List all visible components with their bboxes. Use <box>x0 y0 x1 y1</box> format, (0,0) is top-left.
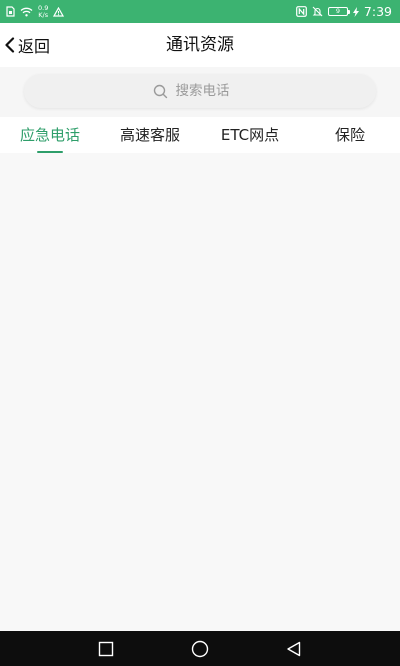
network-speed-unit: K/s <box>38 10 49 19</box>
system-nav-bar <box>0 631 400 666</box>
tab-label: 保险 <box>334 126 365 144</box>
clock: 7:39 <box>363 4 392 19</box>
tab-highway-service[interactable]: 高速客服 <box>100 117 200 153</box>
chevron-left-icon <box>4 37 18 53</box>
mute-bell-icon <box>312 6 323 17</box>
recents-icon[interactable] <box>98 641 114 657</box>
sim-icon <box>6 6 15 17</box>
tab-label: 应急电话 <box>19 126 80 144</box>
search-icon <box>153 84 168 99</box>
back-button[interactable]: 返回 <box>4 23 50 67</box>
charging-icon <box>352 6 359 17</box>
warning-icon <box>53 6 65 17</box>
tab-insurance[interactable]: 保险 <box>300 117 400 153</box>
tab-emergency-phone[interactable]: 应急电话 <box>0 117 100 153</box>
nfc-icon <box>296 6 307 17</box>
nav-bar: 返回 通讯资源 <box>0 23 400 67</box>
search-area <box>0 67 400 117</box>
tab-label: ETC网点 <box>220 126 280 144</box>
content-list-area <box>0 153 400 631</box>
back-label: 返回 <box>18 37 51 56</box>
tab-label: 高速客服 <box>119 126 180 144</box>
home-icon[interactable] <box>191 640 209 658</box>
status-bar: 0.9 K/s 9 7:39 <box>0 0 400 23</box>
wifi-icon <box>20 7 33 17</box>
battery-level: 9 <box>335 7 340 16</box>
network-speed: 0.9 K/s <box>38 4 49 19</box>
search-box[interactable] <box>24 74 376 108</box>
page-title: 通讯资源 <box>166 35 234 55</box>
battery-icon: 9 <box>327 7 350 16</box>
status-left: 0.9 K/s <box>6 4 65 19</box>
tab-bar: 应急电话 高速客服 ETC网点 保险 <box>0 117 400 153</box>
status-right: 9 7:39 <box>296 4 392 19</box>
back-triangle-icon[interactable] <box>286 641 302 657</box>
tab-etc-outlets[interactable]: ETC网点 <box>200 117 300 153</box>
search-input[interactable] <box>173 82 248 100</box>
